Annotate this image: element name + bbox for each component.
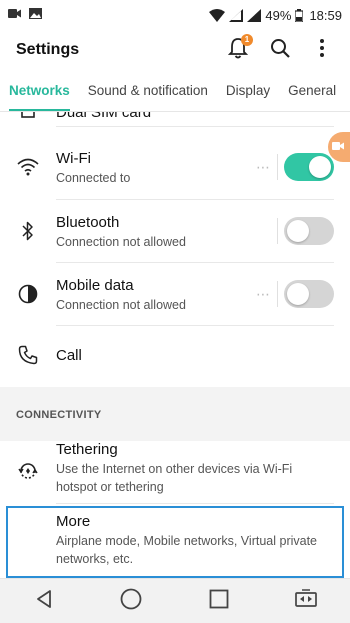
overflow-menu-button[interactable] bbox=[310, 38, 334, 62]
tab-display[interactable]: Display bbox=[217, 70, 279, 111]
status-bar: 49% 18:59 bbox=[0, 0, 350, 30]
gallery-icon bbox=[29, 6, 42, 24]
search-icon bbox=[270, 38, 290, 63]
back-button[interactable] bbox=[19, 579, 69, 623]
video-call-icon bbox=[332, 138, 344, 156]
video-call-icon bbox=[8, 6, 21, 24]
divider bbox=[277, 154, 278, 180]
list-item-subtitle: Use the Internet on other devices via Wi… bbox=[56, 462, 293, 494]
tab-bar: Networks Sound & notification Display Ge… bbox=[0, 70, 350, 112]
list-item-title: Mobile data bbox=[56, 276, 134, 294]
search-button[interactable] bbox=[268, 38, 292, 62]
tab-networks[interactable]: Networks bbox=[0, 70, 79, 111]
dual-window-icon bbox=[294, 588, 318, 614]
list-item-mobile-data[interactable]: Mobile data Connection not allowed ⋯ bbox=[0, 263, 350, 325]
back-icon bbox=[34, 589, 54, 614]
page-title: Settings bbox=[16, 41, 80, 58]
list-item-title: Bluetooth bbox=[56, 213, 120, 231]
toggle-knob bbox=[287, 220, 309, 242]
list-item-wifi[interactable]: Wi-Fi Connected to ⋯ bbox=[0, 136, 350, 198]
app-bar: Settings 1 bbox=[0, 30, 350, 70]
wifi-toggle[interactable] bbox=[284, 153, 334, 181]
list-item-title: Dual SIM card bbox=[56, 112, 152, 121]
sim-icon bbox=[0, 112, 56, 119]
mobile-data-icon bbox=[0, 284, 56, 304]
signal-icon bbox=[247, 8, 262, 22]
list-item-tethering[interactable]: Tethering Use the Internet on other devi… bbox=[0, 441, 350, 501]
more-vert-icon bbox=[319, 38, 325, 63]
battery-icon bbox=[295, 8, 304, 22]
notification-button[interactable]: 1 bbox=[226, 34, 253, 62]
divider bbox=[277, 218, 278, 244]
list-item-title: Tethering bbox=[56, 441, 118, 458]
toggle-knob bbox=[309, 156, 331, 178]
signal-icon bbox=[229, 8, 244, 22]
toggle-knob bbox=[287, 283, 309, 305]
home-button[interactable] bbox=[106, 579, 156, 623]
notification-badge: 1 bbox=[241, 34, 253, 46]
navigation-bar bbox=[0, 578, 350, 623]
wifi-icon bbox=[0, 158, 56, 176]
list-item-call[interactable]: Call bbox=[0, 326, 350, 384]
recent-apps-icon bbox=[209, 589, 229, 614]
battery-percent: 49% bbox=[265, 7, 292, 23]
more-dots-icon: ⋯ bbox=[256, 285, 270, 302]
bluetooth-icon bbox=[0, 221, 56, 241]
list-item-subtitle: Connection not allowed bbox=[56, 297, 186, 312]
phone-icon bbox=[0, 345, 56, 365]
selection-highlight bbox=[6, 506, 344, 578]
wifi-icon bbox=[209, 8, 226, 22]
tab-general[interactable]: General bbox=[279, 70, 345, 111]
floating-video-call-bubble[interactable] bbox=[328, 132, 350, 162]
tab-sound-notification[interactable]: Sound & notification bbox=[79, 70, 217, 111]
mobile-data-toggle[interactable] bbox=[284, 280, 334, 308]
list-item-dual-sim[interactable]: Dual SIM card bbox=[0, 112, 350, 124]
list-item-subtitle: Connected to bbox=[56, 170, 131, 185]
network-list: Dual SIM card Wi-Fi Connected to ⋯ Bluet… bbox=[0, 112, 350, 387]
section-label: CONNECTIVITY bbox=[16, 409, 102, 421]
more-dots-icon: ⋯ bbox=[256, 158, 270, 175]
list-item-subtitle: Connection not allowed bbox=[56, 234, 186, 249]
home-icon bbox=[120, 588, 142, 615]
clock: 18:59 bbox=[309, 7, 342, 23]
divider bbox=[277, 281, 278, 307]
section-header: CONNECTIVITY bbox=[0, 387, 350, 441]
divider bbox=[56, 126, 334, 127]
dual-window-button[interactable] bbox=[281, 579, 331, 623]
divider bbox=[56, 503, 334, 504]
list-item-bluetooth[interactable]: Bluetooth Connection not allowed bbox=[0, 200, 350, 262]
list-item-title: Wi-Fi bbox=[56, 149, 91, 167]
tethering-icon bbox=[0, 441, 56, 501]
list-item-title: Call bbox=[56, 346, 82, 364]
recent-apps-button[interactable] bbox=[194, 579, 244, 623]
bluetooth-toggle[interactable] bbox=[284, 217, 334, 245]
